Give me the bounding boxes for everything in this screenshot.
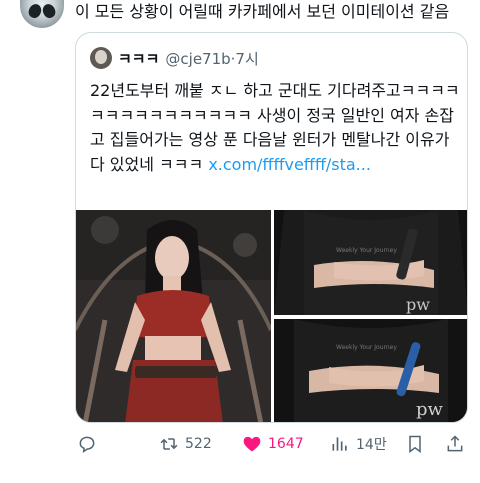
stage-performer-image [76, 210, 271, 422]
quote-handle-time: @cje71b·7시 [165, 49, 259, 68]
crossed-arms-image: Weekly Your Journey pw [274, 319, 467, 422]
watermark-pw: pw [416, 399, 444, 420]
avatar-eye [40, 2, 58, 20]
media-photo-crossed-arms-1[interactable]: Weekly Your Journey pw [274, 210, 467, 315]
quote-author-name[interactable]: ㅋㅋㅋ [118, 48, 159, 69]
view-count: 14만 [356, 437, 387, 453]
shirt-print: Weekly Your Journey [336, 344, 397, 351]
quote-text: 22년도부터 깨붙 ㅈㄴ 하고 군대도 기다려주고ㅋㅋㅋㅋㅋㅋㅋㅋㅋㅋㅋㅋㅋㅋㅋ… [90, 79, 460, 177]
like-count: 1647 [268, 436, 304, 452]
quote-link[interactable]: x.com/ffffveffff/sta... [208, 155, 371, 174]
retweet-icon [160, 438, 178, 450]
heart-icon [243, 436, 261, 452]
retweet-button[interactable]: 522 [159, 432, 212, 456]
reply-button[interactable] [77, 432, 97, 456]
bookmark-button[interactable] [405, 432, 425, 456]
views-icon [332, 437, 347, 451]
tweet-action-bar: 522 1647 14만 [75, 432, 475, 456]
like-button[interactable]: 1647 [242, 432, 304, 456]
media-photo-crossed-arms-2[interactable]: Weekly Your Journey pw [274, 319, 467, 422]
reply-icon [79, 436, 95, 454]
media-photo-stage[interactable] [76, 210, 271, 422]
crossed-arms-image: Weekly Your Journey pw [274, 210, 467, 315]
retweet-count: 522 [185, 436, 212, 452]
watermark-pw: pw [406, 295, 430, 314]
quote-tweet[interactable]: ㅋㅋㅋ @cje71b·7시 22년도부터 깨붙 ㅈㄴ 하고 군대도 기다려주고… [75, 32, 468, 423]
share-button[interactable] [445, 432, 465, 456]
bookmark-icon [409, 435, 421, 453]
share-icon [447, 435, 463, 452]
quote-avatar[interactable] [90, 47, 112, 69]
alien-avatar[interactable] [20, 0, 64, 28]
shirt-print: Weekly Your Journey [336, 247, 397, 254]
quote-header: ㅋㅋㅋ @cje71b·7시 [90, 47, 259, 69]
avatar-eye [26, 2, 44, 20]
views-button[interactable]: 14만 [330, 432, 387, 456]
media-grid: Weekly Your Journey pw Weekly Your Journ… [76, 210, 467, 422]
tweet-text: 이 모든 상황이 어릴때 카카페에서 보던 이미테이션 같음 [75, 2, 450, 21]
